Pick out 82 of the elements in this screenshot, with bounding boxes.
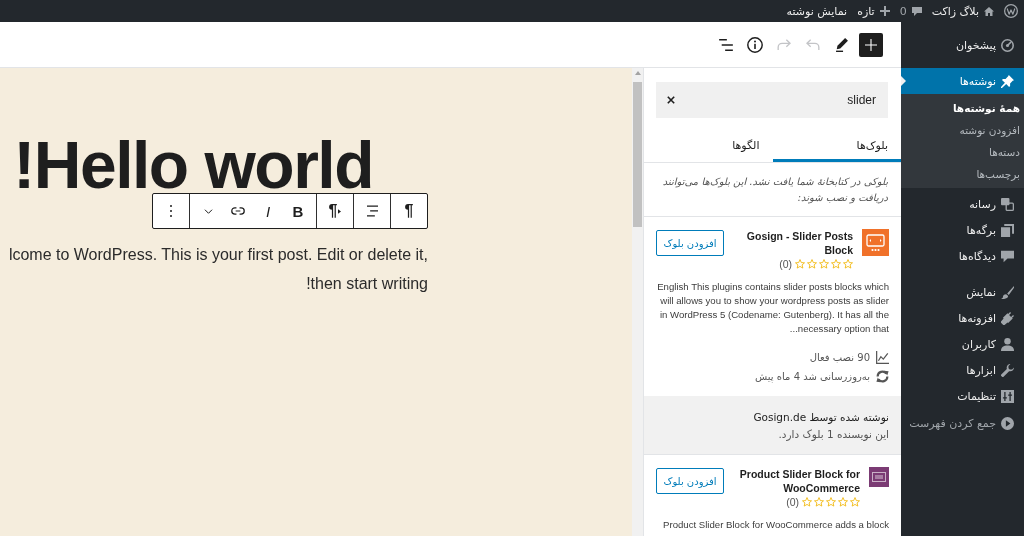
post-paragraph: lcome to WordPress. This is your first post. Edit or delete it, then start writing!	[7, 245, 428, 294]
menu-item[interactable]: دیدگاه‌ها	[901, 243, 1024, 269]
undo-icon	[806, 39, 820, 50]
collapse-menu-button[interactable]: جمع کردن فهرست	[901, 410, 1024, 436]
menu-item[interactable]: نمایش	[901, 279, 1024, 305]
paintbrush-icon	[1001, 285, 1014, 299]
submenu-item[interactable]: برچسب‌ها	[901, 163, 1024, 185]
overlapping-frames-icon	[1001, 197, 1014, 211]
submenu-item[interactable]: همهٔ نوشته‌ها	[901, 97, 1024, 119]
star-icon	[826, 497, 836, 507]
search-field[interactable]: slider	[656, 82, 888, 118]
menu-item[interactable]: نوشته‌ها	[901, 68, 1024, 94]
star-icon	[838, 497, 848, 507]
panel-tab[interactable]: الگوها	[644, 118, 773, 162]
italic-button[interactable]: I	[253, 194, 283, 228]
plus-icon	[865, 38, 877, 51]
plug-icon	[1001, 311, 1014, 325]
post-title: Hello world!	[13, 137, 373, 193]
add-block-button[interactable]: افزودن بلوک	[656, 230, 724, 256]
last-updated: به‌روزرسانی شد 4 ماه پیش	[755, 371, 870, 382]
menu-item[interactable]: پیشخوان	[901, 32, 1024, 58]
menu-item[interactable]: تنظیمات	[901, 383, 1024, 409]
site-logo-icon[interactable]	[1004, 4, 1018, 18]
submenu-item[interactable]: دسته‌ها	[901, 141, 1024, 163]
align-lines-icon	[366, 205, 378, 217]
new-content-link[interactable]: تازه	[857, 0, 890, 22]
submenu-item[interactable]: افزودن نوشته	[901, 119, 1024, 141]
star-icon	[802, 497, 812, 507]
add-block-button[interactable]	[859, 32, 883, 57]
link-icon	[231, 207, 245, 215]
menu-item[interactable]: رسانه	[901, 191, 1024, 217]
star-icon	[831, 259, 841, 269]
star-icon	[814, 497, 824, 507]
stacked-pages-icon	[1001, 223, 1014, 237]
block-type-button[interactable]: ¶	[391, 194, 427, 228]
triangle-icon	[338, 208, 342, 214]
site-name-link[interactable]: بلاگ زاکت	[931, 0, 994, 22]
redo-icon	[777, 39, 791, 50]
scrollbar-thumb[interactable]	[633, 82, 642, 227]
block-title: Product Slider Block for WooCommerce	[738, 467, 860, 495]
clear-search-button[interactable]	[665, 94, 677, 106]
star-icon	[795, 259, 805, 269]
wrench-icon	[1001, 363, 1014, 377]
gauge-icon	[1001, 38, 1014, 52]
block-description: Product Slider Block for WooCommerce adds a block	[662, 518, 889, 532]
view-post-link[interactable]: نمایش نوشته	[786, 0, 848, 22]
star-icon	[819, 259, 829, 269]
home-icon	[984, 6, 994, 16]
current-item-pointer-icon	[901, 76, 906, 86]
pushpin-icon	[1001, 74, 1014, 88]
info-icon	[747, 36, 763, 53]
panel-tab[interactable]: بلوک‌ها	[772, 118, 901, 162]
no-results-notice: بلوکی در کتابخانهٔ شما یافت نشد. این بلوک‌ها می‌توانند دریافت و نصب شوند:	[644, 163, 901, 217]
block-title: Gosign - Slider Posts Block	[745, 229, 853, 257]
refresh-icon	[876, 370, 889, 383]
speech-bubble-icon	[1001, 249, 1014, 263]
block-description: English This plugins contains slider posts blocks which will allows you to show your wordpress posts as slider in WordPress 5 (Codename: Gutenberg). It has all the necessary option that...	[656, 280, 889, 336]
chevron-down-icon	[203, 208, 213, 214]
star-icon	[807, 259, 817, 269]
close-icon	[667, 96, 675, 104]
pencil-icon	[836, 37, 848, 52]
menu-item[interactable]: ابزارها	[901, 357, 1024, 383]
author-name: نوشته شده توسط Gosign.de	[752, 410, 889, 426]
text-direction-button[interactable]: ¶	[317, 194, 353, 228]
sliders-icon	[1001, 389, 1014, 403]
rating-count: (0)	[786, 496, 799, 508]
speech-bubble-icon	[911, 6, 922, 16]
list-outline-icon	[719, 38, 733, 51]
menu-item[interactable]: افزونه‌ها	[901, 305, 1024, 331]
person-icon	[1001, 337, 1014, 351]
comments-link[interactable]: 0	[899, 0, 922, 22]
chart-icon	[876, 351, 889, 364]
active-installs: 90 نصب فعال	[809, 352, 870, 363]
bold-button[interactable]: B	[283, 194, 313, 228]
add-block-button[interactable]: افزودن بلوک	[656, 468, 724, 494]
rating-count: (0)	[779, 258, 792, 270]
star-icon	[843, 259, 853, 269]
menu-item[interactable]: برگه‌ها	[901, 217, 1024, 243]
plus-icon	[879, 6, 890, 16]
menu-item[interactable]: کاربران	[901, 331, 1024, 357]
author-block-count: این نویسنده 1 بلوک دارد.	[777, 427, 889, 443]
star-icon	[850, 497, 860, 507]
